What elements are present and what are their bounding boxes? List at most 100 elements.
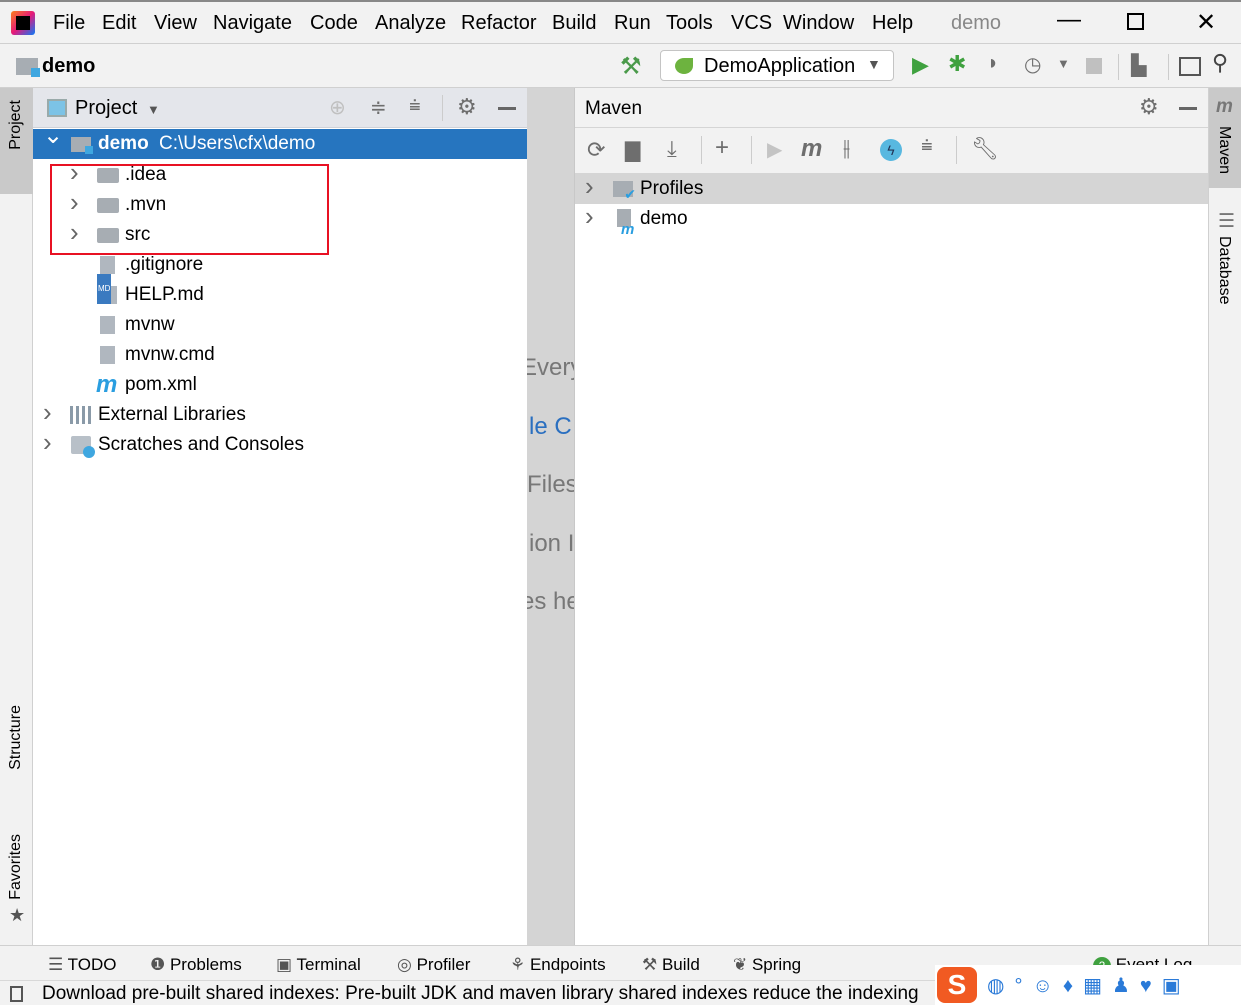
text-file-icon	[100, 346, 115, 364]
tab-project[interactable]: Project	[7, 100, 25, 150]
editor-hint: es he	[527, 588, 574, 615]
gear-icon[interactable]: ⚙	[1139, 94, 1159, 120]
menu-help[interactable]: Help	[872, 12, 913, 35]
breadcrumb[interactable]: demo	[42, 55, 95, 78]
maven-goal-icon[interactable]: m	[801, 135, 822, 163]
maximize-button[interactable]	[1127, 13, 1144, 30]
ime-tool-icons[interactable]: ◍°☺♦▦♟♥▣	[987, 973, 1191, 998]
maven-item-profiles[interactable]: › ✔ Profiles	[575, 171, 1209, 204]
reload-icon[interactable]: ⟳	[587, 137, 605, 163]
tab-terminal[interactable]: ▣ Terminal	[276, 955, 361, 975]
chevron-down-icon[interactable]: ⌄	[43, 121, 63, 151]
expand-all-icon[interactable]: ≑	[370, 95, 387, 120]
tab-todo[interactable]: ☰ TODO	[48, 955, 116, 975]
collapse-all-icon[interactable]: ⩧	[409, 95, 421, 118]
status-toggle-icon[interactable]	[10, 986, 23, 1002]
profiler-icon[interactable]: ◷	[1024, 52, 1041, 77]
tree-item-label: src	[125, 224, 151, 245]
chevron-down-icon[interactable]: ▼	[1057, 56, 1070, 71]
gear-icon[interactable]: ⚙	[457, 94, 477, 120]
project-view-selector[interactable]: Project	[75, 97, 137, 120]
chevron-right-icon[interactable]: ›	[585, 171, 594, 201]
folder-icon	[97, 168, 119, 183]
coverage-icon[interactable]: ◗	[987, 52, 999, 75]
chevron-right-icon[interactable]: ›	[585, 201, 594, 231]
tab-label: Endpoints	[529, 955, 606, 974]
maven-panel-title: Maven	[585, 98, 643, 119]
wrench-icon[interactable]: 🔧︎	[971, 136, 999, 162]
sogou-ime-icon[interactable]: S	[937, 967, 977, 1003]
menu-edit[interactable]: Edit	[102, 12, 136, 35]
chevron-right-icon[interactable]: ›	[70, 217, 79, 247]
chevron-right-icon[interactable]: ›	[70, 187, 79, 217]
chevron-right-icon[interactable]: ›	[43, 397, 52, 427]
search-icon[interactable]: ⚲	[1212, 50, 1228, 76]
status-message[interactable]: Download pre-built shared indexes: Pre-b…	[42, 983, 919, 1005]
chevron-right-icon[interactable]: ›	[70, 157, 79, 187]
debug-icon[interactable]: ✱	[948, 51, 966, 77]
skip-tests-icon[interactable]: ϟ	[880, 139, 902, 161]
menu-refactor[interactable]: Refactor	[461, 12, 537, 35]
run-config-label: DemoApplication	[704, 55, 856, 77]
hide-panel-icon[interactable]	[1179, 107, 1197, 110]
problems-icon: ❶	[150, 955, 170, 974]
menu-view[interactable]: View	[154, 12, 197, 35]
menu-window[interactable]: Window	[783, 12, 854, 35]
tab-endpoints[interactable]: ⚘ Endpoints	[510, 955, 606, 975]
right-tool-stripe: m Maven ☰ Database	[1208, 88, 1241, 945]
tab-structure[interactable]: Structure	[7, 705, 25, 770]
maven-item-label: Profiles	[640, 178, 704, 199]
maven-item-label: demo	[640, 208, 688, 229]
run-icon[interactable]: ▶	[912, 52, 929, 78]
download-icon[interactable]: ⤓	[667, 136, 677, 162]
tab-favorites[interactable]: Favorites	[7, 834, 25, 900]
editor-empty-area: Every le C Files ion I es he	[527, 88, 574, 945]
tab-spring[interactable]: ❦ Spring	[733, 955, 801, 975]
endpoints-icon: ⚘	[510, 955, 530, 974]
menu-navigate[interactable]: Navigate	[213, 12, 292, 35]
menu-run[interactable]: Run	[614, 12, 651, 35]
add-icon[interactable]: +	[715, 134, 729, 162]
chevron-down-icon[interactable]: ▼	[147, 102, 160, 117]
menu-tools[interactable]: Tools	[666, 12, 713, 35]
tab-label: Spring	[751, 955, 802, 974]
tree-item-label: .mvn	[125, 194, 167, 215]
menu-analyze[interactable]: Analyze	[375, 12, 446, 35]
highlight-box	[50, 164, 329, 255]
folder-icon	[97, 198, 119, 213]
terminal-icon: ▣	[276, 955, 297, 974]
project-structure-icon[interactable]: ▙	[1131, 53, 1146, 78]
tree-root-demo[interactable]: ⌄ demo C:\Users\cfx\demo	[33, 122, 527, 159]
close-button[interactable]: ✕	[1196, 8, 1216, 37]
markdown-file-icon: MD	[97, 274, 117, 304]
tree-item-label: .gitignore	[125, 254, 204, 275]
terminal-window-icon[interactable]	[1179, 57, 1201, 76]
run-config-selector[interactable]: DemoApplication ▼	[660, 50, 894, 81]
tab-profiler[interactable]: ◎ Profiler	[397, 955, 470, 975]
locate-icon[interactable]: ⊕	[329, 95, 346, 120]
folder-icon	[97, 228, 119, 243]
run-icon[interactable]: ▶	[767, 137, 782, 162]
minimize-button[interactable]: —	[1057, 6, 1081, 34]
project-panel-header: Project ▼ ⊕ ≑ ⩧ ⚙	[33, 88, 527, 128]
toggle-offline-icon[interactable]: ⫲	[843, 135, 850, 161]
library-icon	[70, 406, 92, 424]
hide-panel-icon[interactable]	[498, 107, 516, 110]
tree-item-label: HELP.md	[125, 284, 204, 305]
script-file-icon	[100, 316, 115, 334]
stop-icon[interactable]	[1086, 58, 1102, 74]
collapse-all-icon[interactable]: ⩧	[921, 135, 933, 158]
build-hammer-icon[interactable]: ⚒	[620, 52, 642, 81]
tab-problems[interactable]: ❶ Problems	[150, 955, 242, 975]
chevron-right-icon[interactable]: ›	[43, 427, 52, 457]
tab-build[interactable]: ⚒ Build	[642, 955, 700, 975]
menu-vcs[interactable]: VCS	[731, 12, 772, 35]
reload-folder-icon[interactable]: ▇	[625, 138, 640, 163]
menu-build[interactable]: Build	[552, 12, 596, 35]
tab-database[interactable]: Database	[1215, 236, 1233, 305]
maven-icon: m	[96, 371, 118, 398]
menu-code[interactable]: Code	[310, 12, 358, 35]
menu-file[interactable]: File	[53, 12, 85, 35]
tab-maven[interactable]: Maven	[1215, 126, 1233, 174]
root-name: demo	[98, 133, 149, 154]
